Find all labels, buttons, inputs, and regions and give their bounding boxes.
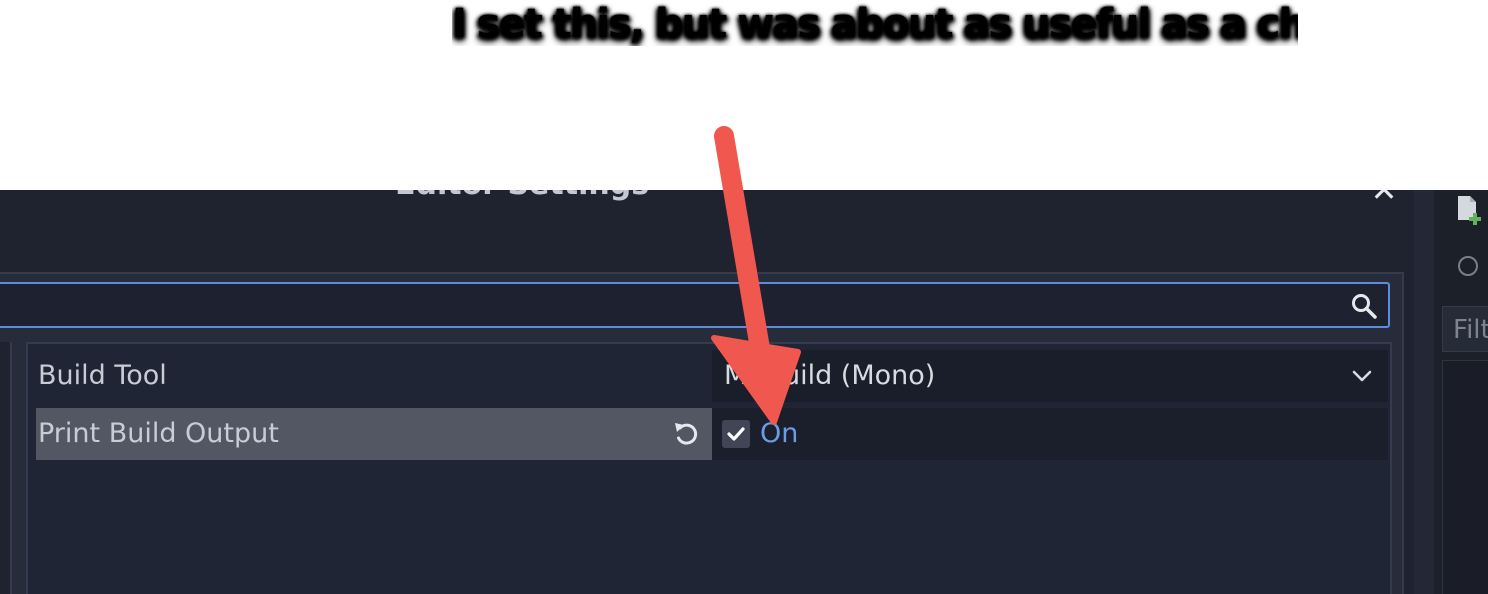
dropdown-value: MSBuild (Mono) xyxy=(724,360,936,391)
settings-inspector: Build Tool MSBuild (Mono) Print Build Ou… xyxy=(26,342,1392,594)
print-build-output-value: On xyxy=(712,408,1388,460)
property-row-build-tool: Build Tool MSBuild (Mono) xyxy=(36,350,1388,402)
editor-window: Editor Settings ✕ Build Tool MSBuild (Mo… xyxy=(0,190,1488,594)
dialog-title: Editor Settings xyxy=(395,190,655,200)
radio-icon[interactable] xyxy=(1458,256,1478,276)
print-build-output-checkbox[interactable] xyxy=(722,420,750,448)
new-script-icon[interactable] xyxy=(1456,194,1484,226)
close-icon[interactable]: ✕ xyxy=(1370,190,1398,206)
filter-input[interactable]: Filt xyxy=(1442,306,1488,352)
search-input[interactable] xyxy=(0,282,1390,328)
checkmark-icon xyxy=(727,427,745,441)
property-row-print-build-output: Print Build Output On xyxy=(36,408,1388,460)
checkbox-state-label[interactable]: On xyxy=(760,408,798,460)
property-label: Print Build Output xyxy=(36,408,712,460)
annotation-caption: I set this, but was about as useful as a… xyxy=(452,2,1298,46)
search-icon[interactable] xyxy=(1350,292,1378,320)
property-label: Build Tool xyxy=(38,360,167,391)
section-list xyxy=(0,342,12,594)
revert-icon[interactable] xyxy=(672,419,702,449)
dock-tree-panel xyxy=(1442,360,1488,594)
chevron-down-icon xyxy=(1352,370,1372,382)
build-tool-dropdown[interactable]: MSBuild (Mono) xyxy=(712,350,1388,402)
annotation-area: I set this, but was about as useful as a… xyxy=(0,0,1488,190)
